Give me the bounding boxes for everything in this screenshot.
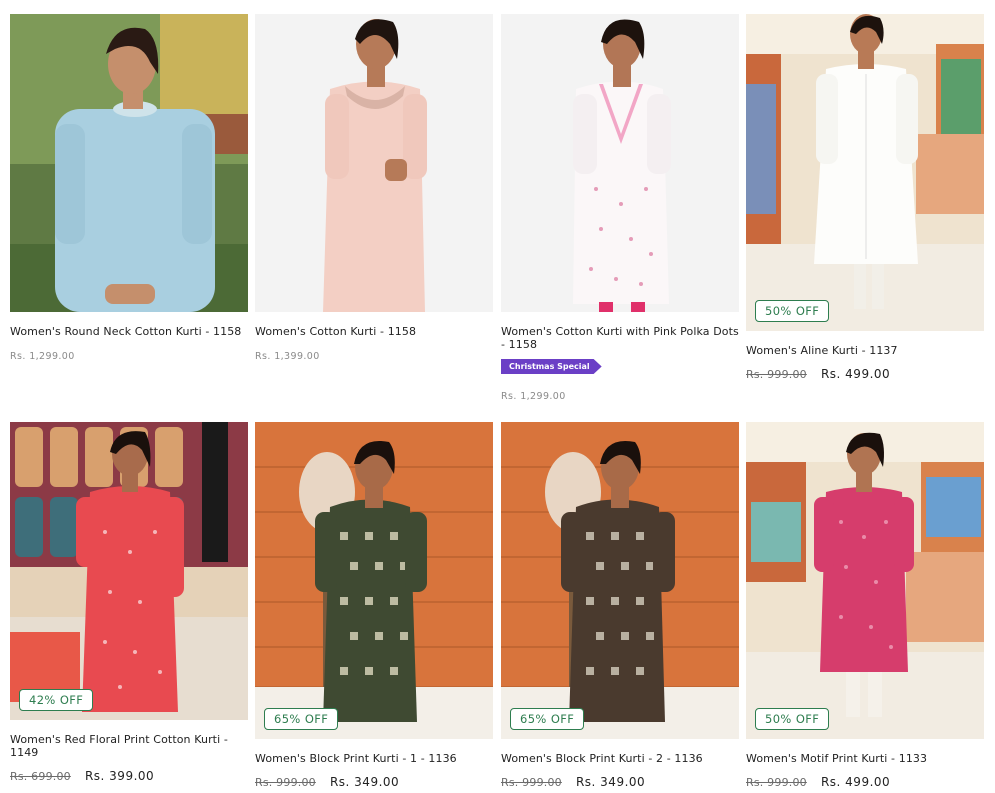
- promo-tag: Christmas Special: [501, 359, 602, 374]
- sale-price: Rs. 499.00: [820, 775, 891, 789]
- product-title[interactable]: Women's Block Print Kurti - 2 - 1136: [501, 752, 739, 765]
- product-title[interactable]: Women's Motif Print Kurti - 1133: [746, 752, 984, 765]
- product-card[interactable]: 42% OFF Women's Red Floral Print Cotton …: [10, 422, 248, 784]
- discount-badge: 65% OFF: [510, 708, 585, 730]
- product-image[interactable]: [10, 14, 248, 312]
- original-price: Rs. 999.00: [746, 368, 807, 381]
- sale-price: Rs. 499.00: [820, 367, 891, 381]
- product-price: Rs. 1,299.00: [501, 391, 566, 402]
- product-card[interactable]: Women's Cotton Kurti with Pink Polka Dot…: [501, 14, 739, 403]
- original-price: Rs. 999.00: [255, 776, 316, 789]
- product-card[interactable]: 50% OFF Women's Motif Print Kurti - 1133…: [746, 422, 984, 790]
- sale-price: Rs. 349.00: [329, 775, 400, 789]
- sale-price: Rs. 399.00: [84, 769, 155, 783]
- price-row: Rs. 1,299.00: [501, 384, 739, 403]
- sale-price: Rs. 349.00: [575, 775, 646, 789]
- product-title[interactable]: Women's Red Floral Print Cotton Kurti - …: [10, 733, 248, 759]
- product-title[interactable]: Women's Cotton Kurti with Pink Polka Dot…: [501, 325, 739, 351]
- price-row: Rs. 1,299.00: [10, 344, 248, 363]
- product-image[interactable]: [501, 14, 739, 312]
- product-image[interactable]: 65% OFF: [501, 422, 739, 739]
- product-image[interactable]: 42% OFF: [10, 422, 248, 720]
- price-row: Rs. 699.00 Rs. 399.00: [10, 765, 248, 784]
- product-card[interactable]: 65% OFF Women's Block Print Kurti - 1 - …: [255, 422, 493, 790]
- discount-badge: 50% OFF: [755, 300, 830, 322]
- product-image[interactable]: 65% OFF: [255, 422, 493, 739]
- product-image[interactable]: [255, 14, 493, 312]
- product-title[interactable]: Women's Cotton Kurti - 1158: [255, 325, 493, 338]
- product-image[interactable]: 50% OFF: [746, 422, 984, 739]
- product-title[interactable]: Women's Round Neck Cotton Kurti - 1158: [10, 325, 248, 338]
- price-row: Rs. 999.00 Rs. 499.00: [746, 363, 984, 382]
- product-card[interactable]: Women's Round Neck Cotton Kurti - 1158 R…: [10, 14, 248, 363]
- product-card[interactable]: 65% OFF Women's Block Print Kurti - 2 - …: [501, 422, 739, 790]
- product-price: Rs. 1,299.00: [10, 351, 75, 362]
- price-row: Rs. 999.00 Rs. 499.00: [746, 771, 984, 790]
- discount-badge: 42% OFF: [19, 689, 94, 711]
- original-price: Rs. 999.00: [501, 776, 562, 789]
- price-row: Rs. 1,399.00: [255, 344, 493, 363]
- discount-badge: 65% OFF: [264, 708, 339, 730]
- product-title[interactable]: Women's Block Print Kurti - 1 - 1136: [255, 752, 493, 765]
- product-image[interactable]: 50% OFF: [746, 14, 984, 331]
- product-card[interactable]: 50% OFF Women's Aline Kurti - 1137 Rs. 9…: [746, 14, 984, 382]
- original-price: Rs. 699.00: [10, 770, 71, 783]
- product-card[interactable]: Women's Cotton Kurti - 1158 Rs. 1,399.00: [255, 14, 493, 363]
- discount-badge: 50% OFF: [755, 708, 830, 730]
- product-price: Rs. 1,399.00: [255, 351, 320, 362]
- price-row: Rs. 999.00 Rs. 349.00: [501, 771, 739, 790]
- price-row: Rs. 999.00 Rs. 349.00: [255, 771, 493, 790]
- product-title[interactable]: Women's Aline Kurti - 1137: [746, 344, 984, 357]
- original-price: Rs. 999.00: [746, 776, 807, 789]
